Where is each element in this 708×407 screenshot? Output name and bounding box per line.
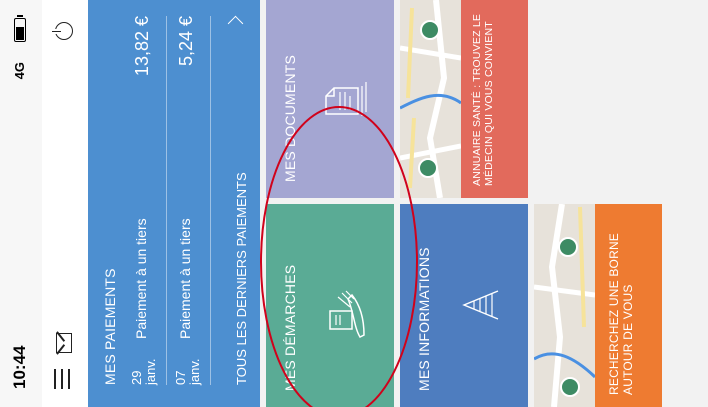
phone-screen: 10:44 4G MES PAIEMENTS 29 janv. Paiement … (0, 0, 708, 407)
app-bar (42, 0, 89, 407)
person-icon (462, 290, 499, 320)
documents-title: MES DOCUMENTS (282, 54, 298, 182)
status-bar: 10:44 4G (0, 0, 42, 407)
payment-row[interactable]: 29 janv. Paiement à un tiers 13,82 € (124, 16, 167, 385)
hand-document-icon (329, 290, 365, 338)
chevron-right-icon[interactable] (227, 15, 244, 32)
borne-title: RECHERCHEZ UNE BORNE AUTOUR DE VOUS (607, 232, 635, 395)
power-icon[interactable] (55, 22, 73, 40)
borne-map[interactable] (534, 204, 595, 407)
payment-amount: 13,82 € (132, 16, 152, 77)
status-time: 10:44 (10, 345, 29, 389)
informations-title: MES INFORMATIONS (416, 247, 432, 391)
payments-title: MES PAIEMENTS (102, 268, 118, 385)
menu-icon[interactable] (54, 369, 72, 389)
informations-tile[interactable]: MES INFORMATIONS (400, 204, 528, 407)
mail-icon[interactable] (56, 333, 72, 353)
network-indicator: 4G (12, 62, 27, 80)
payment-row[interactable]: 07 janv. Paiement à un tiers 5,24 € (168, 16, 211, 385)
payment-label: Paiement à un tiers (133, 218, 149, 339)
payment-date: 29 janv. (129, 358, 158, 386)
payment-amount: 5,24 € (176, 16, 196, 67)
annuaire-map[interactable] (400, 0, 461, 198)
payment-label: Paiement à un tiers (177, 218, 193, 339)
payment-date: 07 janv. (173, 358, 202, 386)
documents-tile[interactable]: MES DOCUMENTS (266, 0, 394, 198)
payments-tile[interactable]: MES PAIEMENTS 29 janv. Paiement à un tier… (88, 0, 260, 407)
document-icon (325, 82, 367, 116)
all-payments-link[interactable]: TOUS LES DERNIERS PAIEMENTS (234, 172, 249, 385)
demarches-title: MES DÉMARCHES (282, 264, 298, 391)
borne-tile[interactable]: RECHERCHEZ UNE BORNE AUTOUR DE VOUS (595, 204, 662, 407)
annuaire-tile[interactable]: ANNUAIRE SANTÉ : TROUVEZ LE MÉDECIN QUI … (461, 0, 528, 198)
annuaire-title: ANNUAIRE SANTÉ : TROUVEZ LE MÉDECIN QUI … (471, 13, 495, 186)
demarches-tile[interactable]: MES DÉMARCHES (266, 204, 394, 407)
battery-icon (14, 18, 26, 42)
